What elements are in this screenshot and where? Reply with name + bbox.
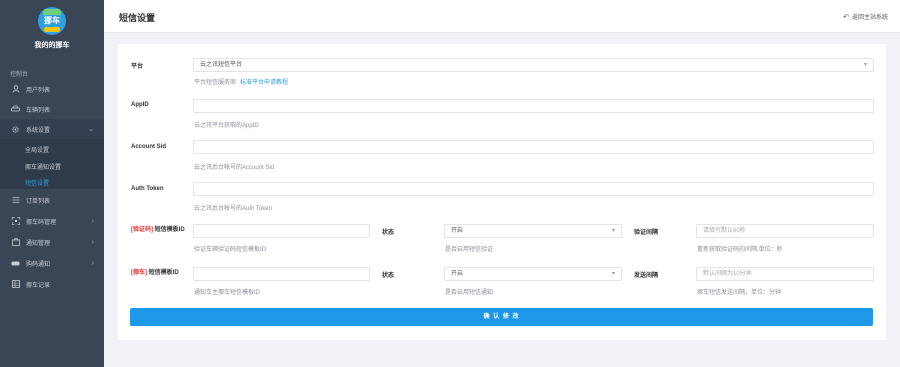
notify-status-value: 开启 <box>451 271 464 277</box>
account-sid-input[interactable] <box>193 140 874 154</box>
sidebar-item-label: 用户列表 <box>26 87 51 94</box>
verify-status-select[interactable]: 开启 ▾ <box>444 224 622 238</box>
chevron-down-icon: ▾ <box>611 228 615 234</box>
auth-token-help: 云之讯后台帐号的Auth Token <box>194 206 272 212</box>
confirm-button[interactable]: 确 认 修 改 <box>130 308 873 326</box>
section-label: 控制台 <box>10 72 29 78</box>
back-link-label: 返回主站系统 <box>851 15 888 21</box>
chevron-down-icon: ⌄ <box>88 126 94 133</box>
gear-icon <box>11 125 20 134</box>
verify-template-help: 验证车辆验证码短信模板ID <box>194 247 267 253</box>
sidebar-item-settings[interactable]: 系统设置 ⌄ <box>0 119 104 139</box>
account-sid-help: 云之讯后台帐号的Account Sid <box>194 165 275 171</box>
verify-status-value: 开启 <box>451 228 464 234</box>
app-logo: 挪车 <box>38 7 66 35</box>
verify-interval-label: 验证间隔 <box>634 230 659 236</box>
sidebar-item-label: 系统设置 <box>26 127 51 134</box>
verify-interval-input[interactable]: 请填写默认60秒 <box>696 224 874 238</box>
notify-status-label: 状态 <box>382 273 395 279</box>
sidebar: 挪车 我的的挪车 控制台 用户列表 车辆列表 系统设置 ⌄ 全局设置 挪车通知设… <box>0 0 104 367</box>
sidebar-item-cars[interactable]: 车辆列表 <box>0 99 104 119</box>
verify-status-label: 状态 <box>382 230 395 236</box>
notify-status-help: 是否启用短信通知 <box>445 290 494 296</box>
sidebar-subitem-sms[interactable]: 短信设置 <box>25 178 49 187</box>
verify-status-help: 是否启用短信验证 <box>445 247 494 253</box>
appid-help: 云之讯平台获取的AppID <box>194 123 259 129</box>
back-arrow-icon: ↶ <box>843 13 849 21</box>
chevron-right-icon: › <box>91 259 94 267</box>
sms-settings-card: 平台 云之讯短信平台 ▾ 平台短信服务商 标准平台申请教程 AppID 云之讯平台… <box>118 44 886 340</box>
platform-label: 平台 <box>131 64 144 70</box>
sidebar-item-label: 订单列表 <box>26 198 51 205</box>
sidebar-item-label: 挪车记录 <box>26 282 51 289</box>
verify-template-label: [验证码] 短信模板ID <box>131 227 185 233</box>
top-header: 短信设置 ↶ 返回主站系统 <box>104 0 900 33</box>
bell-icon <box>11 238 20 247</box>
car-icon <box>11 105 20 114</box>
sidebar-item-records[interactable]: 挪车记录 <box>0 274 104 294</box>
sidebar-subitem-notify[interactable]: 挪车通知设置 <box>25 162 61 171</box>
verify-template-input[interactable] <box>193 224 370 238</box>
page-title: 短信设置 <box>119 13 156 23</box>
chevron-down-icon: ▾ <box>611 271 615 277</box>
auth-token-input[interactable] <box>193 182 874 196</box>
sidebar-item-label: 车辆列表 <box>26 107 51 114</box>
chevron-right-icon: › <box>91 238 94 246</box>
platform-select[interactable]: 云之讯短信平台 ▾ <box>193 58 874 72</box>
platform-select-value: 云之讯短信平台 <box>200 62 243 68</box>
sidebar-item-notices[interactable]: 通知管理 › <box>0 232 104 252</box>
notify-template-help: 通知车主挪车短信模板ID <box>194 290 261 296</box>
notify-interval-help: 挪车短信发送间隔，单位：分钟 <box>697 290 782 296</box>
auth-token-label: Auth Token <box>131 186 164 192</box>
back-to-main-link[interactable]: ↶ 返回主站系统 <box>843 12 888 22</box>
notify-interval-input[interactable]: 默认间隔为10分钟 <box>696 267 874 281</box>
platform-help: 平台短信服务商 标准平台申请教程 <box>194 80 289 86</box>
notify-template-input[interactable] <box>193 267 370 281</box>
account-sid-label: Account Sid <box>131 144 167 150</box>
qrcode-icon <box>11 217 20 226</box>
list-icon <box>11 196 20 205</box>
verify-interval-help: 重新获取验证码的间隔,单位：秒 <box>697 247 783 253</box>
notify-template-label: [挪车] 短信模板ID <box>131 270 179 276</box>
cart-icon <box>11 259 20 268</box>
sidebar-item-label: 通知管理 <box>26 240 51 247</box>
chevron-right-icon: › <box>91 217 94 225</box>
sidebar-item-label: 挪车码管理 <box>26 219 57 226</box>
brand-name: 我的的挪车 <box>34 42 70 49</box>
chevron-down-icon: ▾ <box>863 62 867 68</box>
logo-text: 挪车 <box>44 16 60 25</box>
notify-status-select[interactable]: 开启 ▾ <box>444 267 622 281</box>
sidebar-item-codes[interactable]: 挪车码管理 › <box>0 211 104 231</box>
sidebar-item-orders[interactable]: 订单列表 <box>0 190 104 210</box>
notify-interval-label: 发送间隔 <box>634 273 659 279</box>
user-icon <box>11 85 20 94</box>
appid-label: AppID <box>131 102 149 108</box>
sidebar-subitem-global[interactable]: 全局设置 <box>25 145 49 154</box>
appid-input[interactable] <box>193 99 874 113</box>
sidebar-item-purchase[interactable]: 购码通知 › <box>0 253 104 273</box>
sidebar-item-label: 购码通知 <box>26 261 51 268</box>
platform-tutorial-link[interactable]: 标准平台申请教程 <box>240 80 288 86</box>
sidebar-item-users[interactable]: 用户列表 <box>0 79 104 99</box>
record-icon <box>11 280 20 289</box>
